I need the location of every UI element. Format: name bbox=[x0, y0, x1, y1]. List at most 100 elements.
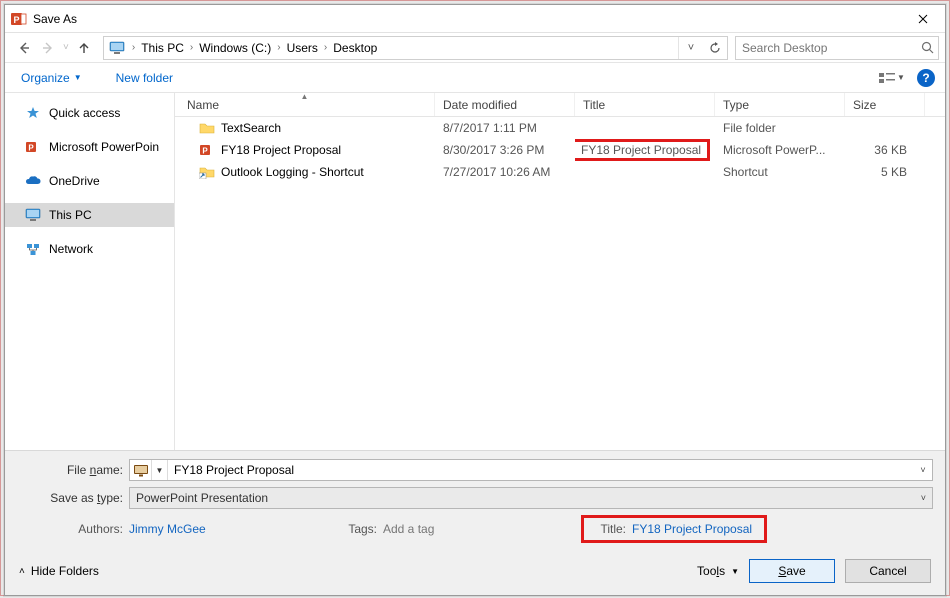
filename-label: File name: bbox=[17, 463, 129, 477]
nav-forward-button[interactable] bbox=[37, 37, 59, 59]
authors-value[interactable]: Jimmy McGee bbox=[129, 522, 206, 536]
filename-input[interactable] bbox=[168, 463, 914, 477]
breadcrumb-segment[interactable]: Users bbox=[285, 39, 320, 57]
nav-recent-dropdown[interactable]: ˅ bbox=[61, 42, 71, 53]
star-icon bbox=[25, 105, 41, 121]
thispc-icon bbox=[108, 39, 126, 57]
col-type[interactable]: Type bbox=[715, 93, 845, 116]
title-value[interactable]: FY18 Project Proposal bbox=[632, 522, 752, 536]
powerpoint-file-icon: P bbox=[199, 142, 215, 158]
svg-text:P: P bbox=[202, 147, 208, 156]
file-size: 36 KB bbox=[845, 143, 925, 157]
tags-value[interactable]: Add a tag bbox=[383, 522, 434, 536]
cancel-button[interactable]: Cancel bbox=[845, 559, 931, 583]
filetype-presentation-icon bbox=[130, 460, 152, 480]
nav-quick-access[interactable]: Quick access bbox=[5, 101, 174, 125]
file-name: TextSearch bbox=[221, 121, 281, 135]
svg-text:P: P bbox=[13, 15, 19, 25]
search-box[interactable] bbox=[735, 36, 939, 60]
new-folder-button[interactable]: New folder bbox=[110, 67, 179, 89]
chevron-right-icon: › bbox=[186, 42, 197, 53]
file-type: Shortcut bbox=[715, 165, 845, 179]
filetype-dropdown[interactable]: ▼ bbox=[152, 460, 168, 480]
nav-onedrive[interactable]: OneDrive bbox=[5, 169, 174, 193]
address-bar-row: ˅ › This PC › Windows (C:) › Users › Des… bbox=[5, 33, 945, 63]
breadcrumb-bar[interactable]: › This PC › Windows (C:) › Users › Deskt… bbox=[103, 36, 728, 60]
title-label: Title: bbox=[592, 522, 632, 536]
hide-folders-label: Hide Folders bbox=[31, 564, 99, 578]
file-row[interactable]: P FY18 Project Proposal 8/30/2017 3:26 P… bbox=[175, 139, 945, 161]
savetype-label: Save as type: bbox=[17, 491, 129, 505]
authors-label: Authors: bbox=[17, 522, 129, 536]
nav-this-pc[interactable]: This PC bbox=[5, 203, 174, 227]
col-date[interactable]: Date modified bbox=[435, 93, 575, 116]
hide-folders-toggle[interactable]: ˄ Hide Folders bbox=[19, 564, 99, 578]
view-options-button[interactable]: ▼ bbox=[875, 67, 909, 89]
toolbar: Organize ▼ New folder ▼ ? bbox=[5, 63, 945, 93]
powerpoint-icon: P bbox=[25, 139, 41, 155]
file-row[interactable]: Outlook Logging - Shortcut 7/27/2017 10:… bbox=[175, 161, 945, 183]
nav-arrows: ˅ bbox=[13, 37, 95, 59]
window-close-button[interactable] bbox=[900, 5, 945, 33]
titlebar: P Save As bbox=[5, 5, 945, 33]
thispc-icon bbox=[25, 207, 41, 223]
nav-powerpoint[interactable]: P Microsoft PowerPoin bbox=[5, 135, 174, 159]
file-row[interactable]: TextSearch 8/7/2017 1:11 PM File folder bbox=[175, 117, 945, 139]
file-date: 8/30/2017 3:26 PM bbox=[435, 143, 575, 157]
savetype-select[interactable]: PowerPoint Presentation ˅ bbox=[129, 487, 933, 509]
chevron-right-icon: › bbox=[128, 42, 139, 53]
tags-label: Tags: bbox=[337, 522, 383, 536]
savetype-value: PowerPoint Presentation bbox=[136, 491, 268, 505]
col-name[interactable]: ▲ Name bbox=[175, 93, 435, 116]
breadcrumb-segment[interactable]: Desktop bbox=[331, 39, 379, 57]
col-title[interactable]: Title bbox=[575, 93, 715, 116]
files-pane: ▲ Name Date modified Title Type Size Tex… bbox=[175, 93, 945, 450]
organize-menu[interactable]: Organize ▼ bbox=[15, 67, 88, 89]
save-button[interactable]: Save bbox=[749, 559, 835, 583]
chevron-down-icon: ▼ bbox=[74, 73, 82, 82]
filename-history-dropdown[interactable]: ˅ bbox=[914, 465, 932, 475]
shortcut-folder-icon bbox=[199, 164, 215, 180]
organize-label: Organize bbox=[21, 71, 70, 85]
new-folder-label: New folder bbox=[116, 71, 173, 85]
file-type: Microsoft PowerP... bbox=[715, 143, 845, 157]
file-name: FY18 Project Proposal bbox=[221, 143, 341, 157]
folder-icon bbox=[199, 120, 215, 136]
refresh-button[interactable] bbox=[703, 37, 727, 59]
search-icon bbox=[921, 41, 934, 54]
nav-label: Network bbox=[49, 242, 93, 256]
nav-back-button[interactable] bbox=[13, 37, 35, 59]
help-button[interactable]: ? bbox=[917, 69, 935, 87]
col-size[interactable]: Size bbox=[845, 93, 925, 116]
save-form: File name: ▼ ˅ Save as type: PowerPoint … bbox=[5, 450, 945, 553]
file-date: 8/7/2017 1:11 PM bbox=[435, 121, 575, 135]
col-label: Type bbox=[723, 98, 749, 112]
col-label: Name bbox=[187, 98, 219, 112]
nav-up-button[interactable] bbox=[73, 37, 95, 59]
dialog-footer: ˄ Hide Folders Tools ▼ Save Cancel bbox=[5, 553, 945, 595]
sort-asc-icon: ▲ bbox=[301, 92, 309, 101]
svg-text:P: P bbox=[28, 144, 34, 153]
highlight-annotation: Title: FY18 Project Proposal bbox=[581, 515, 767, 543]
column-headers: ▲ Name Date modified Title Type Size bbox=[175, 93, 945, 117]
nav-label: Microsoft PowerPoin bbox=[49, 140, 159, 154]
chevron-right-icon: › bbox=[273, 42, 284, 53]
onedrive-icon bbox=[25, 173, 41, 189]
tools-menu[interactable]: Tools ▼ bbox=[697, 564, 739, 578]
search-input[interactable] bbox=[740, 40, 921, 56]
nav-network[interactable]: Network bbox=[5, 237, 174, 261]
col-label: Size bbox=[853, 98, 876, 112]
file-title: FY18 Project Proposal bbox=[575, 139, 715, 161]
chevron-down-icon: ˅ bbox=[921, 493, 926, 503]
breadcrumb-segment[interactable]: Windows (C:) bbox=[197, 39, 273, 57]
breadcrumb-segment[interactable]: This PC bbox=[139, 39, 186, 57]
filename-field[interactable]: ▼ ˅ bbox=[129, 459, 933, 481]
file-date: 7/27/2017 10:26 AM bbox=[435, 165, 575, 179]
window-title: Save As bbox=[33, 12, 900, 26]
file-list: TextSearch 8/7/2017 1:11 PM File folder … bbox=[175, 117, 945, 450]
chevron-up-icon: ˄ bbox=[19, 566, 25, 577]
address-dropdown-button[interactable]: ˅ bbox=[679, 37, 703, 59]
file-type: File folder bbox=[715, 121, 845, 135]
file-name: Outlook Logging - Shortcut bbox=[221, 165, 364, 179]
nav-label: OneDrive bbox=[49, 174, 100, 188]
